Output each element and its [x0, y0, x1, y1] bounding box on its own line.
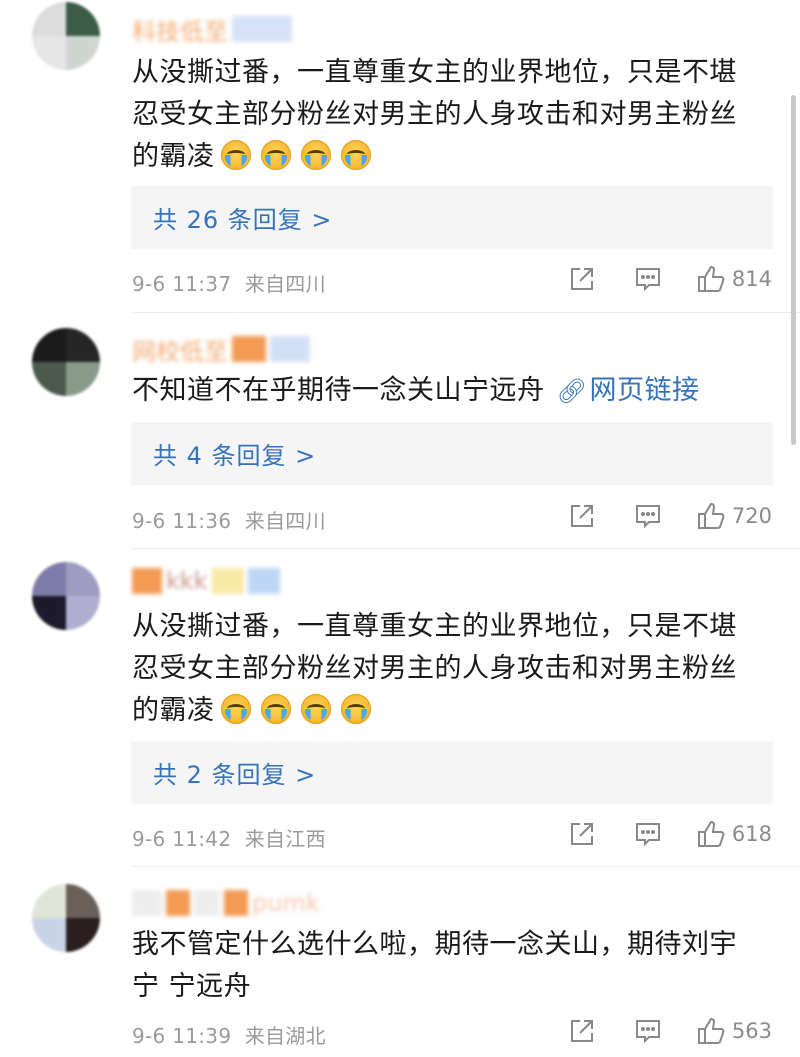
share-icon[interactable]: [568, 265, 596, 293]
comment-icon[interactable]: [634, 1017, 662, 1045]
loudly-crying-face-icon: [260, 140, 291, 170]
comment-meta: 9-6 11:42 来自江西: [132, 827, 326, 851]
view-replies-button[interactable]: 共 4 条回复 >: [131, 422, 773, 485]
divider: [132, 866, 800, 867]
comment-text: 从没撕过番，一直尊重女主的业界地位，只是不堪 忍受女主部分粉丝对男主的人身攻击和…: [132, 611, 737, 726]
avatar[interactable]: [32, 884, 100, 952]
divider: [132, 312, 800, 313]
username[interactable]: pumk: [132, 888, 320, 918]
loudly-crying-face-icon: [340, 140, 371, 170]
like-button[interactable]: 563: [696, 1016, 772, 1046]
comment-text: 我不管定什么选什么啦，期待一念关山，期待刘宇 宁 宁远舟: [132, 929, 737, 1002]
loudly-crying-face-icon: [340, 694, 371, 724]
loudly-crying-face-icon: [300, 694, 331, 724]
share-icon[interactable]: [568, 1017, 596, 1045]
web-link[interactable]: 网页链接: [589, 375, 699, 406]
comment-actions: 720: [568, 501, 772, 531]
like-button[interactable]: 720: [696, 501, 772, 531]
comment-text: 从没撕过番，一直尊重女主的业界地位，只是不堪 忍受女主部分粉丝对男主的人身攻击和…: [132, 57, 737, 172]
like-icon: [697, 502, 725, 529]
username[interactable]: 网校低至: [132, 334, 310, 366]
comment-meta: 9-6 11:39 来自湖北: [132, 1024, 326, 1048]
divider: [132, 548, 800, 549]
comment-text: 不知道不在乎期待一念关山宁远舟 🔗︎网页链接: [132, 375, 700, 406]
comment-meta: 9-6 11:37 来自四川: [132, 272, 326, 296]
like-icon: [697, 265, 725, 292]
comment-actions: 618: [568, 819, 772, 849]
comment-icon[interactable]: [634, 502, 662, 530]
like-button[interactable]: 814: [696, 264, 772, 294]
loudly-crying-face-icon: [260, 694, 291, 724]
scrollbar[interactable]: [791, 95, 796, 445]
comment-actions: 814: [568, 264, 772, 294]
avatar[interactable]: [32, 562, 100, 630]
comment-icon[interactable]: [634, 820, 662, 848]
loudly-crying-face-icon: [220, 140, 251, 170]
like-icon: [697, 820, 725, 847]
view-replies-button[interactable]: 共 26 条回复 >: [131, 186, 773, 249]
username[interactable]: kkk: [132, 566, 280, 596]
comment-icon[interactable]: [634, 265, 662, 293]
view-replies-button[interactable]: 共 2 条回复 >: [131, 741, 773, 804]
loudly-crying-face-icon: [220, 694, 251, 724]
share-icon[interactable]: [568, 820, 596, 848]
share-icon[interactable]: [568, 502, 596, 530]
username[interactable]: 科技低至: [132, 14, 292, 46]
avatar[interactable]: [32, 2, 100, 70]
loudly-crying-face-icon: [300, 140, 331, 170]
comment-actions: 563: [568, 1016, 772, 1046]
like-button[interactable]: 618: [696, 819, 772, 849]
link-icon: 🔗︎: [556, 377, 588, 405]
comment-meta: 9-6 11:36 来自四川: [132, 509, 326, 533]
like-icon: [697, 1017, 725, 1044]
avatar[interactable]: [32, 328, 100, 396]
